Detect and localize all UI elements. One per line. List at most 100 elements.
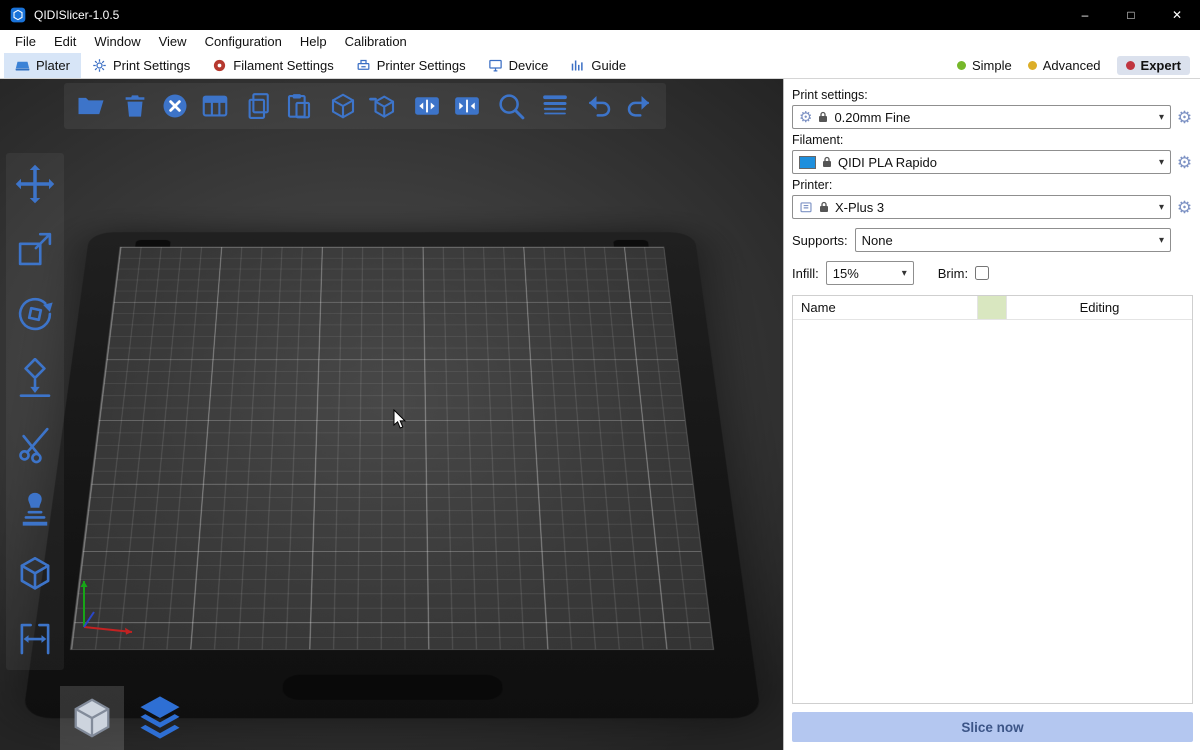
filament-preset-value: QIDI PLA Rapido (838, 155, 937, 170)
slice-now-button[interactable]: Slice now (792, 712, 1193, 742)
tab-filament-settings[interactable]: Filament Settings (201, 53, 344, 78)
plater-icon (15, 58, 30, 73)
name-column-header[interactable]: Name (793, 300, 977, 315)
supports-value: None (862, 233, 893, 248)
add-instance-icon[interactable] (328, 91, 358, 121)
printer-preset-value: X-Plus 3 (835, 200, 884, 215)
menu-bar: File Edit Window View Configuration Help… (0, 30, 1200, 53)
infill-label: Infill: (792, 266, 819, 281)
menu-view[interactable]: View (150, 34, 196, 49)
object-list-header: Name Editing (793, 296, 1192, 320)
print-preset-value: 0.20mm Fine (834, 110, 910, 125)
bed-grid (70, 247, 714, 650)
print-settings-gear-button[interactable]: ⚙ (1176, 109, 1193, 126)
object-list-body[interactable] (793, 320, 1192, 703)
menu-edit[interactable]: Edit (45, 34, 85, 49)
move-tool-icon[interactable] (14, 163, 56, 205)
object-list: Name Editing (792, 295, 1193, 704)
lock-icon (819, 201, 829, 213)
settings-sidebar: Print settings: ⚙ 0.20mm Fine ▾ ⚙ Filame… (783, 79, 1200, 750)
tab-printer-settings[interactable]: Printer Settings (345, 53, 477, 78)
filament-preset-combo[interactable]: QIDI PLA Rapido ▾ (792, 150, 1171, 174)
copy-icon[interactable] (244, 91, 274, 121)
brim-label: Brim: (938, 266, 968, 281)
bed-handle (282, 675, 503, 700)
maximize-button[interactable]: □ (1108, 0, 1154, 30)
remove-instance-icon[interactable] (368, 91, 398, 121)
editor-3d-view-button[interactable] (60, 686, 124, 750)
print-settings-label: Print settings: (792, 88, 1193, 102)
device-icon (488, 58, 503, 73)
redo-icon[interactable] (624, 91, 654, 121)
split-objects-icon[interactable] (412, 91, 442, 121)
infill-combo[interactable]: 15% ▾ (826, 261, 914, 285)
cut-tool-icon[interactable] (14, 423, 56, 465)
supports-combo[interactable]: None ▾ (855, 228, 1171, 252)
gizmo-toolbar (6, 153, 64, 670)
axis-gizmo-icon (70, 565, 142, 641)
scale-tool-icon[interactable] (14, 228, 56, 270)
editor-3d-view-icon (69, 695, 115, 741)
mode-advanced[interactable]: Advanced (1028, 58, 1101, 73)
print-settings-icon (92, 58, 107, 73)
split-parts-icon[interactable] (452, 91, 482, 121)
measure-tool-icon[interactable] (14, 553, 56, 595)
mode-expert[interactable]: Expert (1117, 56, 1190, 75)
chevron-down-icon: ▾ (902, 268, 907, 279)
printer-settings-gear-button[interactable]: ⚙ (1176, 199, 1193, 216)
chevron-down-icon: ▾ (1159, 112, 1164, 123)
delete-all-icon[interactable] (160, 91, 190, 121)
simple-dot-icon (957, 61, 966, 70)
preset-gear-icon: ⚙ (799, 110, 812, 125)
tab-device[interactable]: Device (477, 53, 560, 78)
close-button[interactable]: ✕ (1154, 0, 1200, 30)
tab-print-settings[interactable]: Print Settings (81, 53, 201, 78)
menu-calibration[interactable]: Calibration (336, 34, 416, 49)
tab-guide[interactable]: Guide (559, 53, 637, 78)
view-switch (60, 686, 192, 750)
variable-layer-height-icon[interactable] (540, 91, 570, 121)
printer-label: Printer: (792, 178, 1193, 192)
seam-paint-tool-icon[interactable] (14, 488, 56, 530)
print-bed[interactable] (0, 79, 783, 750)
printer-icon (799, 200, 813, 214)
undo-icon[interactable] (584, 91, 614, 121)
filament-settings-gear-button[interactable]: ⚙ (1176, 154, 1193, 171)
rotate-tool-icon[interactable] (14, 293, 56, 335)
plater-toolbar (64, 83, 666, 129)
expert-dot-icon (1126, 61, 1135, 70)
chevron-down-icon: ▾ (1159, 157, 1164, 168)
tab-bar: Plater Print Settings Filament Settings … (0, 53, 1200, 79)
print-preset-combo[interactable]: ⚙ 0.20mm Fine ▾ (792, 105, 1171, 129)
chevron-down-icon: ▾ (1159, 235, 1164, 246)
open-folder-icon[interactable] (76, 91, 106, 121)
mode-simple[interactable]: Simple (957, 58, 1012, 73)
lock-icon (818, 111, 828, 123)
menu-help[interactable]: Help (291, 34, 336, 49)
calipers-tool-icon[interactable] (14, 618, 56, 660)
mouse-cursor-icon (393, 409, 409, 431)
3d-viewport[interactable] (0, 79, 783, 750)
app-icon (10, 7, 26, 23)
filament-label: Filament: (792, 133, 1193, 147)
paste-icon[interactable] (284, 91, 314, 121)
arrange-icon[interactable] (200, 91, 230, 121)
guide-icon (570, 58, 585, 73)
filament-color-swatch (799, 156, 816, 169)
delete-icon[interactable] (120, 91, 150, 121)
search-icon[interactable] (496, 91, 526, 121)
minimize-button[interactable]: – (1062, 0, 1108, 30)
editing-column-header[interactable]: Editing (1007, 300, 1192, 315)
extruder-column-header[interactable] (977, 296, 1007, 319)
printer-preset-combo[interactable]: X-Plus 3 ▾ (792, 195, 1171, 219)
place-on-face-tool-icon[interactable] (14, 358, 56, 400)
brim-checkbox[interactable] (975, 266, 989, 280)
layers-preview-button[interactable] (128, 686, 192, 750)
menu-file[interactable]: File (6, 34, 45, 49)
menu-configuration[interactable]: Configuration (196, 34, 291, 49)
filament-settings-icon (212, 58, 227, 73)
menu-window[interactable]: Window (85, 34, 149, 49)
infill-value: 15% (833, 266, 859, 281)
layers-preview-icon (134, 692, 186, 744)
tab-plater[interactable]: Plater (4, 53, 81, 78)
